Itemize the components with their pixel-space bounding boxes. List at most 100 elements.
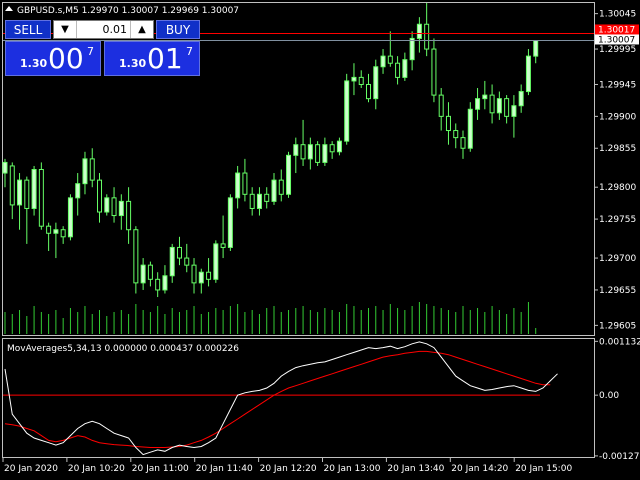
candle-body [191,264,197,284]
candle [315,141,321,166]
time-tick-label: 20 Jan 2020 [4,464,58,474]
candle [344,73,350,145]
candle-body [373,66,379,100]
candle-body [402,59,408,78]
ask-price-sup: 7 [186,45,193,58]
candle-body [162,275,168,291]
candle-body [300,144,306,160]
candle-body [278,179,284,195]
candle-body [2,161,8,174]
price-tick-label: 1.29945 [599,80,636,90]
lot-value[interactable]: 0.01 [103,21,128,38]
candle-body [17,179,23,206]
candle-body [409,37,415,61]
candle-body [227,197,233,248]
buy-price-button[interactable]: 1.30 01 7 [104,41,200,76]
candle-body [126,200,132,231]
candle-body [358,76,364,85]
candle-body [366,83,371,100]
buy-button[interactable]: BUY [156,20,200,39]
candle-body [467,108,473,149]
candle-body [53,229,59,234]
candle-body [293,144,299,156]
candle-body [286,154,292,195]
candle-body [453,130,459,139]
chevron-down-icon[interactable]: ▼ [54,21,77,38]
candle-body [242,172,248,195]
candle-body [380,55,386,68]
candle-body [351,76,357,82]
candle-body [220,243,226,248]
price-markers: 1.30017 1.30007 [595,24,639,45]
time-tick-label: 20 Jan 12:20 [260,464,317,474]
indicator-tick-label: -0.001277 [599,452,640,462]
candle-body [198,271,204,284]
candle [227,194,233,251]
candle-body [176,246,182,259]
candle-body [307,144,313,160]
chevron-up-icon[interactable]: ▲ [130,21,153,38]
candle-body [75,183,81,199]
candle-body [104,197,110,213]
candle-body [67,197,73,238]
candle-body [82,158,88,185]
candle-body [424,23,430,50]
candle [286,151,292,198]
time-tick-label: 20 Jan 10:20 [68,464,125,474]
sell-price-button[interactable]: 1.30 00 7 [5,41,101,76]
candle-body [525,55,531,93]
candle-body [89,158,95,181]
bid-price-prefix: 1.30 [20,57,48,70]
candle-body [315,144,321,163]
candle-body [169,246,175,277]
price-tick-label: 1.29605 [599,321,636,331]
price-tick-label: 1.29800 [599,183,636,193]
candle-body [140,264,146,284]
ask-price-marker: 1.30017 [598,25,635,35]
ask-price-big: 01 [147,42,183,75]
candle-body [431,48,437,96]
price-tick-label: 1.29855 [599,144,636,154]
candle [38,162,44,230]
time-tick-label: 20 Jan 11:00 [132,464,189,474]
candle-body [475,98,481,110]
candle-body [60,229,66,238]
candle-body [24,179,30,209]
candle-body [445,115,451,132]
candle-body [155,278,161,291]
candle-body [206,271,212,280]
candle-body [336,140,342,153]
symbol-info: GBPUSD.s,M5 1.29970 1.30007 1.29969 1.30… [17,6,239,16]
bid-price-sup: 7 [87,45,94,58]
candle-body [460,137,466,149]
candle-body [329,144,335,153]
candle-body [504,98,510,117]
indicator-title: MovAverages5,34,13 0.000000 0.000437 0.0… [7,344,239,354]
sell-button[interactable]: SELL [5,20,51,39]
price-tick-label: 1.29995 [599,45,636,55]
time-tick-label: 20 Jan 13:40 [387,464,444,474]
lot-size-input[interactable]: ▼ 0.01 ▲ [53,20,154,39]
candle-body [387,55,393,64]
candle-body [97,179,103,213]
price-tick-label: 1.29900 [599,112,636,122]
indicator-tick-label: 0.001132 [599,337,640,347]
candle-body [533,40,539,57]
candle-body [395,62,401,78]
time-tick-label: 20 Jan 15:00 [515,464,572,474]
candle [213,240,219,283]
price-tick-label: 1.30045 [599,10,636,20]
candle-body [133,229,139,284]
candle-body [344,80,350,142]
candle-body [118,200,124,217]
candle [104,194,110,216]
time-tick-label: 20 Jan 13:00 [324,464,381,474]
candle-body [213,243,219,280]
candle-body [38,169,44,227]
bid-price-marker: 1.30007 [598,35,635,45]
candle-body [416,23,422,39]
candle-body [111,197,117,217]
candle-body [256,193,262,209]
candle-body [496,98,502,114]
candle-body [184,257,190,266]
